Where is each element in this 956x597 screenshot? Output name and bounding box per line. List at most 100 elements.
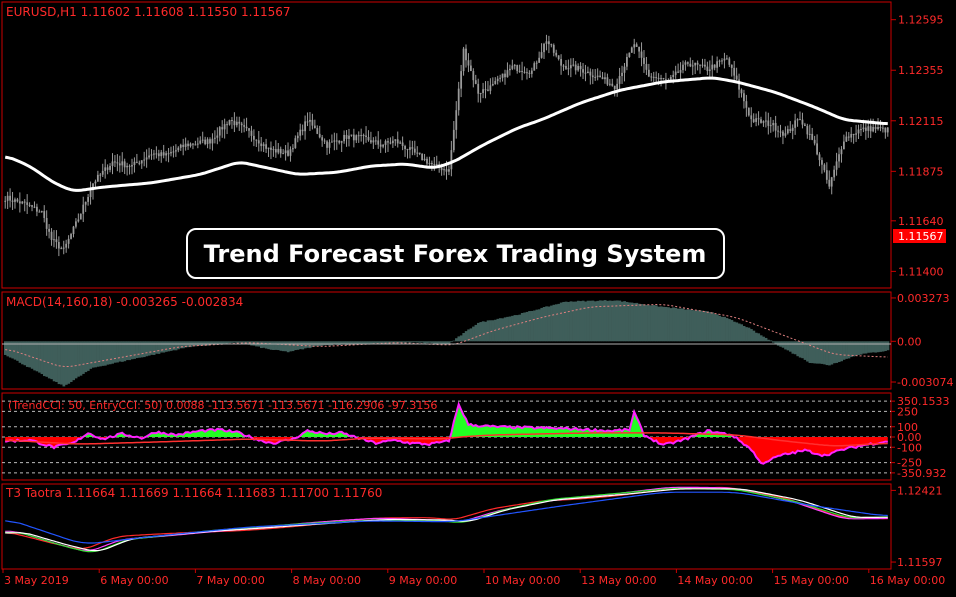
macd-bar: [520, 312, 524, 342]
candle-body: [606, 77, 609, 85]
macd-bar: [754, 332, 758, 342]
macd-bar: [823, 341, 826, 365]
macd-bar: [416, 341, 419, 343]
candle-body: [270, 147, 272, 150]
candle-body: [445, 169, 448, 172]
macd-bar: [825, 341, 829, 366]
macd-bar: [828, 341, 831, 366]
candle-body: [477, 83, 480, 94]
candle-body: [116, 162, 119, 164]
macd-bar: [581, 300, 585, 342]
macd-bar: [484, 321, 488, 342]
price-axis-tick-label: 1.12355: [898, 64, 944, 77]
candle-body: [730, 64, 733, 68]
macd-bar: [711, 312, 714, 342]
candle-body: [282, 153, 285, 155]
candle-body: [394, 139, 397, 141]
time-axis-tick-label: 10 May 00:00: [485, 574, 560, 587]
macd-bar: [623, 301, 626, 342]
macd-bar: [530, 310, 534, 342]
candle-body: [379, 144, 382, 147]
candle-body: [713, 64, 716, 68]
candle-body: [170, 152, 172, 154]
macd-bar: [108, 341, 112, 365]
candle-body: [426, 158, 428, 164]
candle-body: [647, 69, 650, 77]
candle-body: [389, 142, 392, 144]
macd-bar: [82, 341, 85, 374]
candle-body: [511, 65, 514, 69]
macd-bar: [294, 341, 297, 351]
candle-body: [9, 195, 11, 201]
macd-bar: [537, 309, 541, 342]
candle-body: [104, 167, 107, 171]
candle-body: [872, 126, 875, 132]
macd-bar: [818, 341, 822, 364]
candle-body: [411, 147, 414, 149]
candle-body: [601, 77, 604, 80]
macd-bar: [628, 302, 631, 342]
macd-bar: [737, 323, 741, 342]
candle-body: [560, 59, 562, 66]
candle-body: [521, 70, 523, 72]
candle-body: [743, 93, 745, 102]
time-axis-tick-label: 15 May 00:00: [774, 574, 849, 587]
macd-bar: [535, 309, 539, 342]
candle-body: [850, 133, 853, 138]
price-axis-tick-label: 1.11875: [898, 165, 944, 178]
candle-body: [430, 162, 433, 165]
candle-body: [723, 58, 726, 61]
macd-bar: [369, 341, 373, 344]
candle-body: [796, 119, 799, 121]
candle-body: [621, 72, 623, 77]
macd-bar: [35, 341, 39, 372]
candle-body: [272, 149, 275, 151]
macd-bar: [769, 340, 773, 342]
candle-body: [428, 162, 431, 164]
candle-body: [99, 174, 102, 176]
candle-body: [40, 211, 43, 213]
candle-body: [806, 125, 809, 135]
macd-bar: [652, 305, 656, 342]
candle-body: [801, 119, 804, 125]
candle-body: [589, 71, 592, 76]
candle-body: [508, 68, 511, 71]
candle-body: [830, 177, 833, 187]
macd-bar: [52, 341, 56, 382]
candle-body: [409, 147, 411, 150]
macd-bar: [552, 304, 556, 342]
candle-body: [533, 63, 536, 71]
macd-bar: [745, 327, 748, 342]
macd-bar: [286, 341, 290, 353]
chart-canvas: EURUSD,H1 1.11602 1.11608 1.11550 1.1156…: [0, 0, 956, 592]
candle-body: [348, 135, 350, 139]
macd-bar: [177, 341, 180, 350]
macd-bar: [569, 301, 573, 342]
macd-bar: [459, 335, 463, 342]
macd-bar: [291, 341, 295, 352]
macd-bar: [698, 310, 702, 342]
banner: Trend Forecast Forex Trading System: [186, 228, 725, 279]
candle-body: [33, 206, 36, 208]
candle-body: [94, 181, 97, 184]
macd-bar: [106, 341, 110, 365]
candle-body: [623, 66, 626, 73]
candle-body: [128, 165, 131, 167]
macd-bar: [79, 341, 83, 376]
candle-body: [677, 71, 680, 73]
candle-body: [377, 140, 380, 145]
macd-bar: [515, 315, 519, 342]
candle-body: [196, 143, 199, 145]
macd-bar: [642, 304, 646, 342]
candle-body: [489, 85, 492, 91]
macd-bar: [486, 320, 490, 342]
macd-bar: [425, 341, 429, 344]
macd-bar: [420, 341, 424, 343]
candle-body: [711, 64, 714, 70]
macd-bar: [40, 341, 44, 375]
macd-bar: [650, 305, 653, 342]
candle-body: [284, 150, 287, 154]
candle-body: [192, 143, 194, 145]
banner-title: Trend Forecast Forex Trading System: [204, 240, 707, 268]
candle-body: [662, 78, 665, 80]
